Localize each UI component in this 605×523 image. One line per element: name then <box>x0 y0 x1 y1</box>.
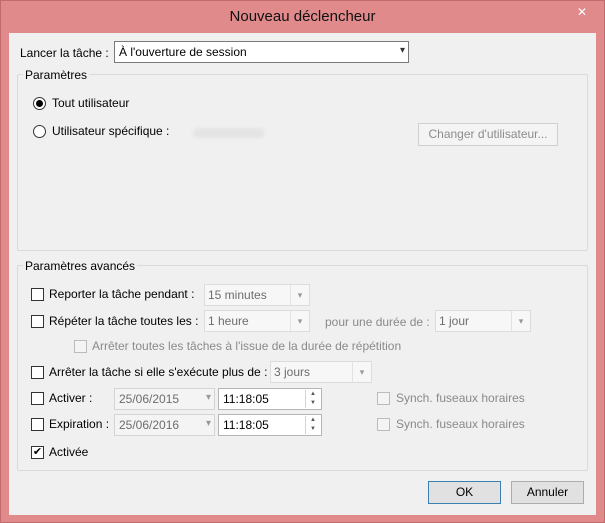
activate-time-value: 11:18:05 <box>223 392 269 406</box>
chevron-down-icon: ▾ <box>511 311 530 331</box>
radio-selected-dot <box>36 100 43 107</box>
stop-if-select[interactable]: 3 jours ▾ <box>270 361 372 383</box>
calendar-dropdown-icon: ▾ <box>205 392 211 403</box>
launch-select[interactable]: À l'ouverture de session ▾ <box>114 41 409 63</box>
duration-select[interactable]: 1 jour ▾ <box>435 310 531 332</box>
stop-if-label[interactable]: Arrêter la tâche si elle s'exécute plus … <box>49 365 267 379</box>
any-user-label[interactable]: Tout utilisateur <box>52 96 129 110</box>
launch-label: Lancer la tâche : <box>20 46 109 60</box>
delay-label[interactable]: Reporter la tâche pendant : <box>49 287 194 301</box>
stop-if-select-value: 3 jours <box>274 365 311 379</box>
chevron-down-icon: ▾ <box>290 311 309 331</box>
activate-date-value: 25/06/2015 <box>119 392 180 406</box>
duration-label: pour une durée de : <box>325 315 430 329</box>
dialog-window: Nouveau déclencheur ✕ Lancer la tâche : … <box>0 0 605 523</box>
redacted-username <box>193 128 265 138</box>
sync-activate-checkbox[interactable] <box>377 392 390 405</box>
stop-if-checkbox[interactable] <box>31 366 44 379</box>
title-bar[interactable]: Nouveau déclencheur ✕ <box>1 1 604 33</box>
window-title: Nouveau déclencheur <box>229 8 376 25</box>
stop-all-label: Arrêter toutes les tâches à l'issue de l… <box>92 339 402 353</box>
activate-time-field[interactable]: 11:18:05 ▲ ▼ <box>218 388 322 410</box>
cancel-button[interactable]: Annuler <box>511 481 584 504</box>
dialog-body: Lancer la tâche : À l'ouverture de sessi… <box>9 33 596 515</box>
advanced-group-title: Paramètres avancés <box>23 259 138 273</box>
activate-date-field[interactable]: 25/06/2015 ▾ <box>114 388 215 410</box>
repeat-label[interactable]: Répéter la tâche toutes les : <box>49 314 198 328</box>
ok-button[interactable]: OK <box>428 481 501 504</box>
repeat-checkbox[interactable] <box>31 315 44 328</box>
calendar-dropdown-icon: ▾ <box>205 418 211 429</box>
stop-all-checkbox[interactable] <box>74 340 87 353</box>
expire-checkbox[interactable] <box>31 418 44 431</box>
enabled-label[interactable]: Activée <box>49 445 88 459</box>
parameters-group-title: Paramètres <box>23 68 90 82</box>
expire-time-field[interactable]: 11:18:05 ▲ ▼ <box>218 414 322 436</box>
chevron-down-icon: ▾ <box>352 362 371 382</box>
launch-select-value: À l'ouverture de session <box>119 45 247 59</box>
expire-time-value: 11:18:05 <box>223 418 269 432</box>
sync-activate-label: Synch. fuseaux horaires <box>396 391 525 405</box>
duration-select-value: 1 jour <box>439 314 470 328</box>
expire-date-value: 25/06/2016 <box>119 418 180 432</box>
specific-user-radio[interactable] <box>33 125 46 138</box>
spin-down-icon[interactable]: ▼ <box>306 399 320 408</box>
spin-up-icon[interactable]: ▲ <box>306 416 320 425</box>
spin-down-icon[interactable]: ▼ <box>306 425 320 434</box>
activate-checkbox[interactable] <box>31 392 44 405</box>
chevron-down-icon: ▾ <box>290 285 309 305</box>
change-user-button[interactable]: Changer d'utilisateur... <box>418 123 558 146</box>
delay-select-value: 15 minutes <box>208 288 267 302</box>
repeat-select[interactable]: 1 heure ▾ <box>204 310 310 332</box>
expire-date-field[interactable]: 25/06/2016 ▾ <box>114 414 215 436</box>
spin-up-icon[interactable]: ▲ <box>306 390 320 399</box>
chevron-down-icon: ▾ <box>399 45 405 56</box>
specific-user-label[interactable]: Utilisateur spécifique : <box>52 124 169 138</box>
time-spinner[interactable]: ▲ ▼ <box>305 416 320 434</box>
close-button[interactable]: ✕ <box>566 2 598 22</box>
expire-label[interactable]: Expiration : <box>49 417 109 431</box>
activate-label[interactable]: Activer : <box>49 391 92 405</box>
sync-expire-label: Synch. fuseaux horaires <box>396 417 525 431</box>
repeat-select-value: 1 heure <box>208 314 249 328</box>
delay-select[interactable]: 15 minutes ▾ <box>204 284 310 306</box>
sync-expire-checkbox[interactable] <box>377 418 390 431</box>
any-user-radio[interactable] <box>33 97 46 110</box>
enabled-checkbox[interactable]: ✔ <box>31 446 44 459</box>
time-spinner[interactable]: ▲ ▼ <box>305 390 320 408</box>
delay-checkbox[interactable] <box>31 288 44 301</box>
check-icon: ✔ <box>32 446 43 458</box>
